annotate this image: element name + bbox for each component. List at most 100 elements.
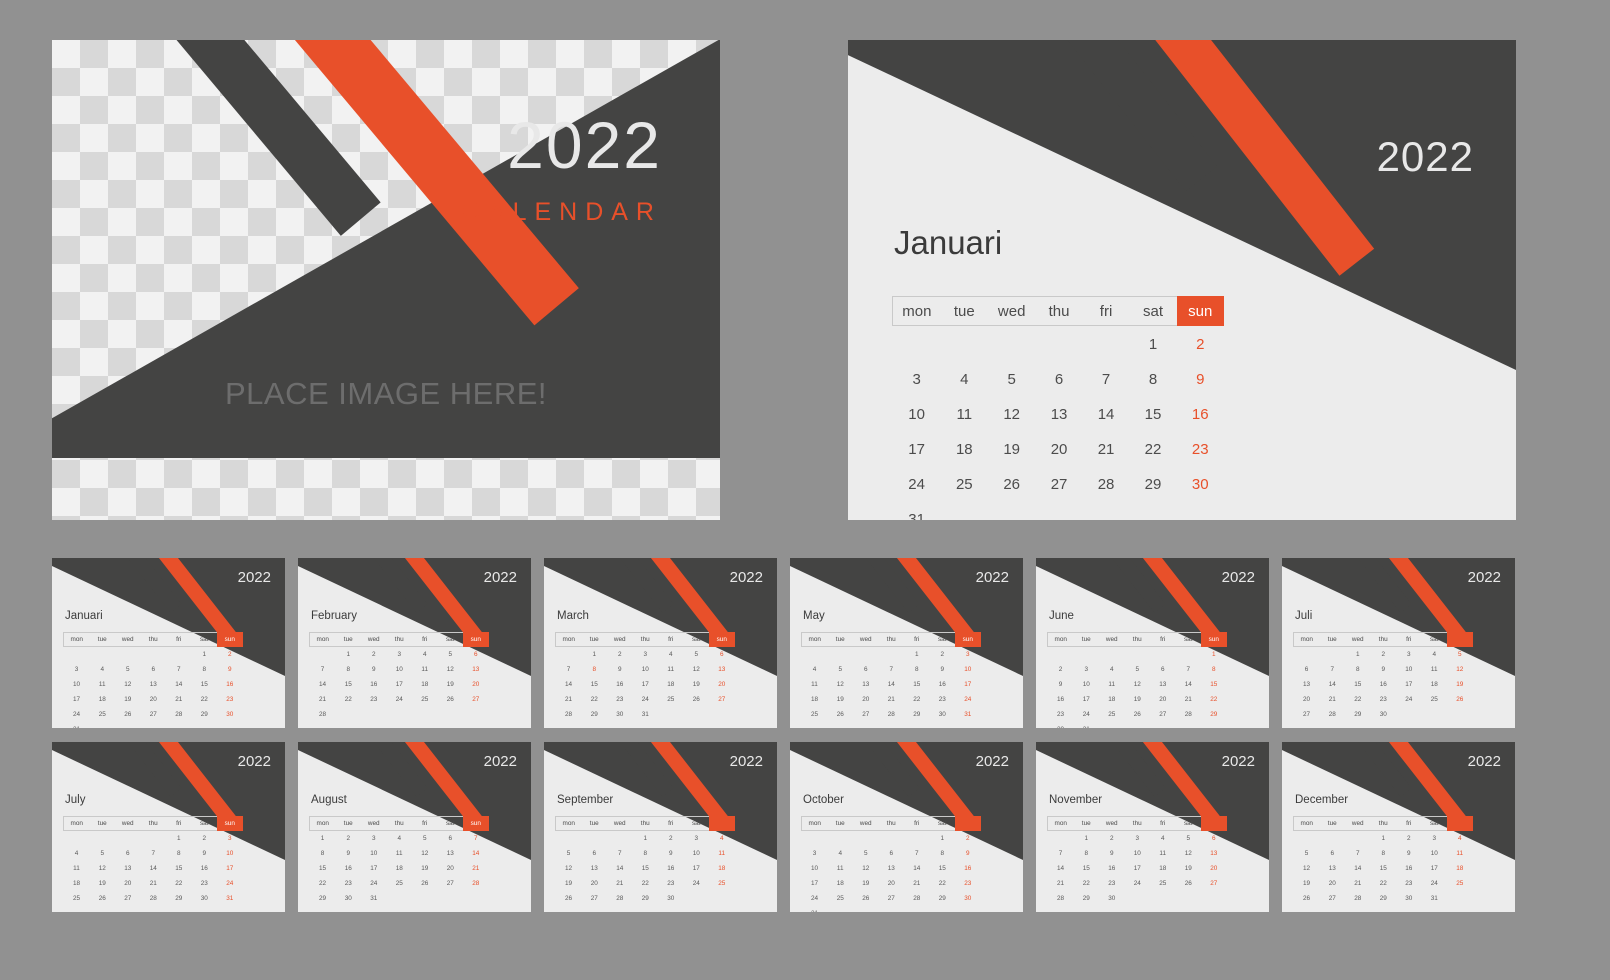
calendar-day-cell[interactable]: 25 (941, 466, 988, 501)
calendar-day-cell[interactable]: 6 (1035, 361, 1082, 396)
calendar-day-cell[interactable]: 25 (828, 891, 854, 906)
calendar-day-cell[interactable]: 21 (166, 692, 192, 707)
calendar-day-cell[interactable]: 9 (1177, 361, 1224, 396)
calendar-day-cell[interactable]: 11 (941, 396, 988, 431)
calendar-day-cell[interactable]: 12 (438, 662, 464, 677)
calendar-day-cell[interactable]: 12 (90, 861, 116, 876)
calendar-day-cell[interactable]: 4 (1099, 662, 1125, 677)
month-thumbnail-march[interactable]: 2022 March mon tue wed thu fri sat sun 1 2 3 4 5 6 7 8 9 1… (544, 558, 777, 728)
calendar-day-cell[interactable]: 25 (1447, 876, 1473, 891)
calendar-day-cell[interactable]: 2 (955, 831, 981, 847)
calendar-day-cell[interactable]: 22 (1345, 692, 1371, 707)
calendar-day-cell[interactable]: 24 (1396, 692, 1422, 707)
calendar-day-cell[interactable]: 27 (1201, 876, 1227, 891)
calendar-day-cell[interactable]: 3 (684, 831, 710, 847)
calendar-day-cell[interactable]: 23 (1099, 876, 1125, 891)
calendar-day-cell[interactable]: 29 (582, 707, 608, 722)
calendar-day-cell[interactable]: 7 (1176, 662, 1202, 677)
calendar-day-cell[interactable]: 21 (879, 692, 905, 707)
calendar-day-cell[interactable]: 5 (1447, 647, 1473, 663)
calendar-day-cell[interactable]: 16 (217, 677, 243, 692)
calendar-day-cell[interactable]: 22 (166, 876, 192, 891)
calendar-day-cell[interactable]: 20 (853, 692, 879, 707)
calendar-day-cell[interactable]: 4 (828, 846, 854, 861)
calendar-day-cell[interactable]: 7 (1345, 846, 1371, 861)
calendar-day-cell[interactable]: 2 (1371, 647, 1397, 663)
calendar-day-cell[interactable]: 19 (1294, 876, 1320, 891)
calendar-day-cell[interactable]: 5 (828, 662, 854, 677)
calendar-day-cell[interactable]: 13 (1201, 846, 1227, 861)
calendar-day-cell[interactable]: 4 (1447, 831, 1473, 847)
calendar-day-cell[interactable]: 15 (1129, 396, 1176, 431)
calendar-day-cell[interactable]: 14 (607, 861, 633, 876)
calendar-day-cell[interactable]: 30 (930, 707, 956, 722)
calendar-day-cell[interactable]: 16 (1048, 692, 1074, 707)
calendar-day-cell[interactable]: 17 (1074, 692, 1100, 707)
calendar-day-cell[interactable]: 15 (930, 861, 956, 876)
calendar-day-cell[interactable]: 10 (955, 662, 981, 677)
calendar-day-cell[interactable]: 15 (1345, 677, 1371, 692)
calendar-day-cell[interactable]: 13 (141, 677, 167, 692)
calendar-day-cell[interactable]: 25 (802, 707, 828, 722)
calendar-day-cell[interactable]: 17 (893, 431, 941, 466)
calendar-day-cell[interactable]: 10 (1422, 846, 1448, 861)
calendar-day-cell[interactable]: 26 (1176, 876, 1202, 891)
calendar-day-cell[interactable]: 20 (115, 876, 141, 891)
calendar-day-cell[interactable]: 13 (1294, 677, 1320, 692)
calendar-day-cell[interactable]: 30 (1048, 722, 1074, 728)
calendar-day-cell[interactable]: 9 (1099, 846, 1125, 861)
calendar-day-cell[interactable]: 5 (90, 846, 116, 861)
calendar-day-cell[interactable]: 28 (904, 891, 930, 906)
calendar-day-cell[interactable]: 30 (1396, 891, 1422, 906)
calendar-day-cell[interactable]: 5 (1125, 662, 1151, 677)
calendar-day-cell[interactable]: 20 (438, 861, 464, 876)
calendar-day-cell[interactable]: 22 (336, 692, 362, 707)
calendar-day-cell[interactable]: 28 (1083, 466, 1130, 501)
calendar-day-cell[interactable]: 27 (1294, 707, 1320, 722)
calendar-day-cell[interactable]: 21 (1048, 876, 1074, 891)
calendar-day-cell[interactable]: 7 (1083, 361, 1130, 396)
calendar-day-cell[interactable]: 1 (1201, 647, 1227, 663)
calendar-day-cell[interactable]: 17 (361, 861, 387, 876)
calendar-day-cell[interactable]: 13 (582, 861, 608, 876)
calendar-day-cell[interactable]: 15 (904, 677, 930, 692)
calendar-day-cell[interactable]: 4 (1422, 647, 1448, 663)
calendar-day-cell[interactable]: 28 (141, 891, 167, 906)
calendar-day-cell[interactable]: 29 (310, 891, 336, 906)
calendar-day-cell[interactable]: 7 (463, 831, 489, 847)
calendar-day-cell[interactable]: 29 (1371, 891, 1397, 906)
calendar-day-cell[interactable]: 23 (955, 876, 981, 891)
calendar-day-cell[interactable]: 2 (1048, 662, 1074, 677)
calendar-day-cell[interactable]: 1 (930, 831, 956, 847)
calendar-day-cell[interactable]: 4 (64, 846, 90, 861)
calendar-day-cell[interactable]: 16 (192, 861, 218, 876)
calendar-day-cell[interactable]: 24 (387, 692, 413, 707)
calendar-day-cell[interactable]: 1 (310, 831, 336, 847)
calendar-day-cell[interactable]: 22 (1129, 431, 1176, 466)
calendar-day-cell[interactable]: 14 (904, 861, 930, 876)
calendar-day-cell[interactable]: 12 (828, 677, 854, 692)
calendar-day-cell[interactable]: 27 (879, 891, 905, 906)
calendar-day-cell[interactable]: 3 (361, 831, 387, 847)
calendar-day-cell[interactable]: 7 (556, 662, 582, 677)
calendar-day-cell[interactable]: 17 (802, 876, 828, 891)
calendar-day-cell[interactable]: 18 (1422, 677, 1448, 692)
calendar-day-cell[interactable]: 11 (1422, 662, 1448, 677)
calendar-day-cell[interactable]: 8 (904, 662, 930, 677)
calendar-day-cell[interactable]: 8 (1345, 662, 1371, 677)
calendar-day-cell[interactable]: 16 (361, 677, 387, 692)
calendar-day-cell[interactable]: 26 (1125, 707, 1151, 722)
calendar-day-cell[interactable]: 10 (1396, 662, 1422, 677)
calendar-day-cell[interactable]: 14 (1176, 677, 1202, 692)
calendar-day-cell[interactable]: 7 (1048, 846, 1074, 861)
calendar-day-cell[interactable]: 24 (1074, 707, 1100, 722)
calendar-day-cell[interactable]: 17 (684, 861, 710, 876)
calendar-day-cell[interactable]: 11 (802, 677, 828, 692)
calendar-day-cell[interactable]: 19 (90, 876, 116, 891)
calendar-day-cell[interactable]: 3 (893, 361, 941, 396)
calendar-day-cell[interactable]: 1 (1371, 831, 1397, 847)
calendar-day-cell[interactable]: 7 (166, 662, 192, 677)
month-thumbnail-june[interactable]: 2022 June mon tue wed thu fri sat sun 1 2 3 4 5 6 7 8 9 10… (1036, 558, 1269, 728)
calendar-day-cell[interactable]: 12 (1176, 846, 1202, 861)
calendar-day-cell[interactable]: 6 (141, 662, 167, 677)
